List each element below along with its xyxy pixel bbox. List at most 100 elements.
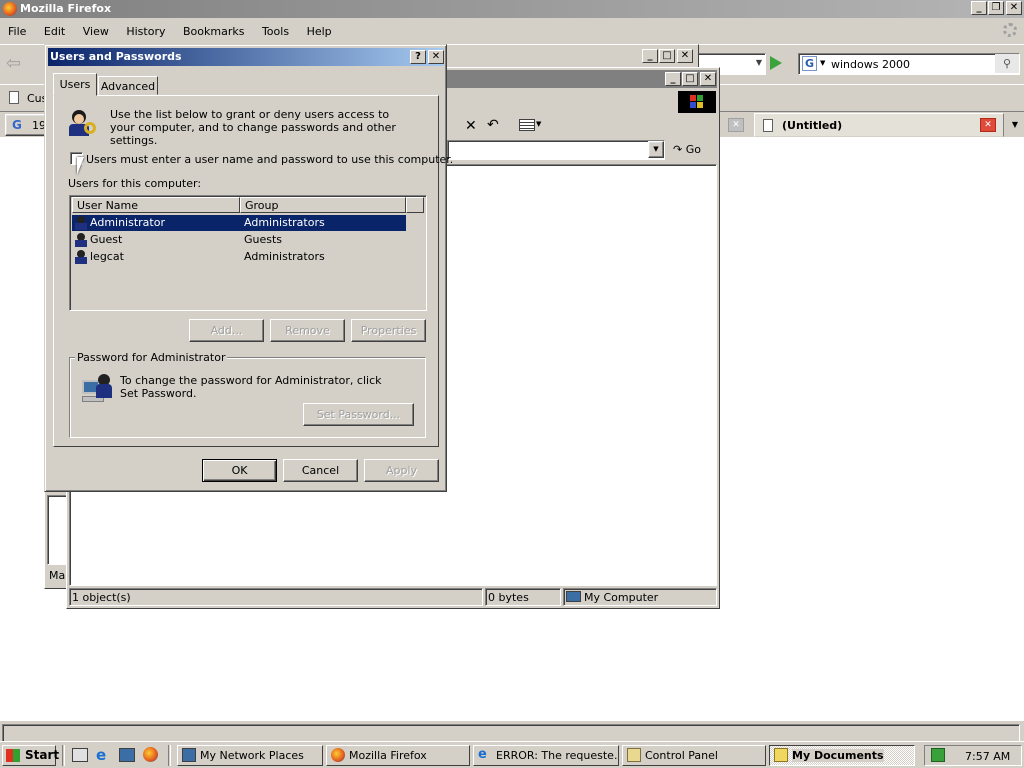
tab-advanced[interactable]: Advanced xyxy=(98,76,158,95)
mouse-cursor-icon xyxy=(77,157,84,175)
apply-button[interactable]: Apply xyxy=(364,459,439,482)
status-panel xyxy=(2,724,1020,742)
add-button[interactable]: Add... xyxy=(189,319,264,342)
user-name: legcat xyxy=(90,250,124,263)
ie-icon[interactable]: e xyxy=(96,747,112,763)
menu-edit[interactable]: Edit xyxy=(44,25,65,38)
google-search-icon: G xyxy=(802,56,817,71)
password-description: To change the password for Administrator… xyxy=(120,374,382,400)
cancel-button[interactable]: Cancel xyxy=(283,459,358,482)
firefox-logo-icon xyxy=(3,2,17,16)
taskbar: Start e My Network Places Mozilla Firefo… xyxy=(0,741,1024,768)
taskbar-item-my-documents[interactable]: My Documents xyxy=(769,745,915,766)
user-row-guest[interactable]: Guest Guests xyxy=(72,232,406,248)
set-password-button[interactable]: Set Password... xyxy=(303,403,414,426)
users-keys-icon xyxy=(68,108,98,138)
user-name: Guest xyxy=(90,233,123,246)
user-row-legcat[interactable]: legcat Administrators xyxy=(72,249,406,265)
status-zone: My Computer xyxy=(584,591,659,604)
menu-history[interactable]: History xyxy=(126,25,165,38)
user-icon xyxy=(74,232,88,247)
tab-users[interactable]: Users xyxy=(53,73,97,96)
user-group: Administrators xyxy=(244,250,325,263)
delete-icon[interactable]: ✕ xyxy=(465,118,477,134)
tab-advanced-label: Advanced xyxy=(100,80,156,93)
restore-button[interactable]: ❐ xyxy=(988,1,1004,15)
menu-bookmarks[interactable]: Bookmarks xyxy=(183,25,244,38)
windows-flag-icon xyxy=(6,749,20,762)
require-login-label[interactable]: Users must enter a user name and passwor… xyxy=(86,153,453,166)
tab-list-icon[interactable]: ▼ xyxy=(1008,116,1022,134)
search-engine-arrow-icon: ▼ xyxy=(820,59,826,67)
tab-partial-close-icon[interactable]: ✕ xyxy=(728,118,744,132)
remove-button[interactable]: Remove xyxy=(270,319,345,342)
tab-1[interactable]: G 19 xyxy=(5,114,47,136)
menu-view[interactable]: View xyxy=(83,25,109,38)
network-icon[interactable] xyxy=(119,748,135,762)
network-places-icon xyxy=(182,748,196,762)
taskbar-item-label: ERROR: The requeste... xyxy=(496,749,619,762)
status-objects-panel: 1 object(s) xyxy=(69,588,483,606)
menu-tools[interactable]: Tools xyxy=(262,25,289,38)
network-tray-icon[interactable] xyxy=(931,748,945,762)
back-icon[interactable]: ⇦ xyxy=(6,53,28,75)
firefox-quicklaunch-icon[interactable] xyxy=(143,747,158,762)
column-username-label: User Name xyxy=(77,199,139,212)
minimize-button[interactable]: _ xyxy=(971,1,987,15)
go-arrow-icon[interactable] xyxy=(770,56,782,70)
firefox-titlebar[interactable]: Mozilla Firefox _ ❐ ✕ xyxy=(0,0,1024,18)
show-desktop-icon[interactable] xyxy=(72,748,88,762)
url-dropdown-arrow-icon: ▼ xyxy=(755,58,762,67)
magnifier-icon[interactable]: ⚲ xyxy=(995,54,1019,73)
users-list[interactable]: User Name Group Administrator Administra… xyxy=(69,195,427,311)
back-window-maximize-button[interactable]: □ xyxy=(659,49,675,63)
properties-button[interactable]: Properties xyxy=(351,319,426,342)
back-window-close-button[interactable]: ✕ xyxy=(677,49,693,63)
go-button[interactable]: ↷ Go xyxy=(673,141,713,159)
dialog-titlebar[interactable]: Users and Passwords ? ✕ xyxy=(48,48,444,66)
tab-users-label: Users xyxy=(59,78,91,91)
back-window-minimize-button[interactable]: _ xyxy=(642,49,658,63)
close-tab-icon[interactable]: ✕ xyxy=(980,118,996,132)
taskbar-separator xyxy=(168,745,171,766)
my-computer-icon xyxy=(566,591,581,602)
views-icon[interactable] xyxy=(519,119,535,131)
explorer-minimize-button[interactable]: _ xyxy=(665,72,681,86)
taskbar-item-network-places[interactable]: My Network Places xyxy=(177,745,323,766)
firefox-icon xyxy=(331,748,345,762)
ok-button[interactable]: OK xyxy=(202,459,277,482)
close-button[interactable]: ✕ xyxy=(1006,1,1022,15)
taskbar-item-firefox[interactable]: Mozilla Firefox xyxy=(326,745,470,766)
views-arrow-icon[interactable]: ▼ xyxy=(536,120,541,128)
explorer-close-button[interactable]: ✕ xyxy=(700,72,716,86)
menu-help[interactable]: Help xyxy=(307,25,332,38)
menu-file[interactable]: File xyxy=(8,25,26,38)
address-dropdown-icon[interactable]: ▼ xyxy=(648,141,664,158)
taskbar-item-control-panel[interactable]: Control Panel xyxy=(622,745,766,766)
start-button[interactable]: Start xyxy=(2,745,59,766)
quicklaunch-separator xyxy=(62,745,65,766)
search-box[interactable]: G ▼ windows 2000 ⚲ xyxy=(798,53,1020,75)
search-input[interactable]: windows 2000 xyxy=(831,58,910,71)
tab-untitled[interactable]: (Untitled) ✕ xyxy=(754,113,1004,137)
column-header-filler xyxy=(406,197,424,213)
column-header-group[interactable]: Group xyxy=(240,197,406,213)
column-header-username[interactable]: User Name xyxy=(72,197,240,213)
windows-logo-icon xyxy=(678,91,716,113)
taskbar-item-error-page[interactable]: e ERROR: The requeste... xyxy=(473,745,619,766)
help-button[interactable]: ? xyxy=(410,50,426,64)
clock: 7:57 AM xyxy=(965,750,1011,763)
dialog-close-button[interactable]: ✕ xyxy=(428,50,444,64)
user-row-administrator[interactable]: Administrator Administrators xyxy=(72,215,406,231)
taskbar-item-label: Control Panel xyxy=(645,749,718,762)
google-icon: G xyxy=(12,118,22,132)
address-box[interactable]: ▼ xyxy=(447,140,665,160)
user-name: Administrator xyxy=(90,216,165,229)
control-panel-icon xyxy=(627,748,641,762)
explorer-maximize-button[interactable]: □ xyxy=(682,72,698,86)
undo-icon[interactable]: ↶ xyxy=(487,117,499,133)
status-size: 0 bytes xyxy=(488,591,529,604)
status-zone-panel: My Computer xyxy=(563,588,717,606)
system-tray: 7:57 AM xyxy=(924,745,1022,766)
intro-text: Use the list below to grant or deny user… xyxy=(110,108,396,147)
